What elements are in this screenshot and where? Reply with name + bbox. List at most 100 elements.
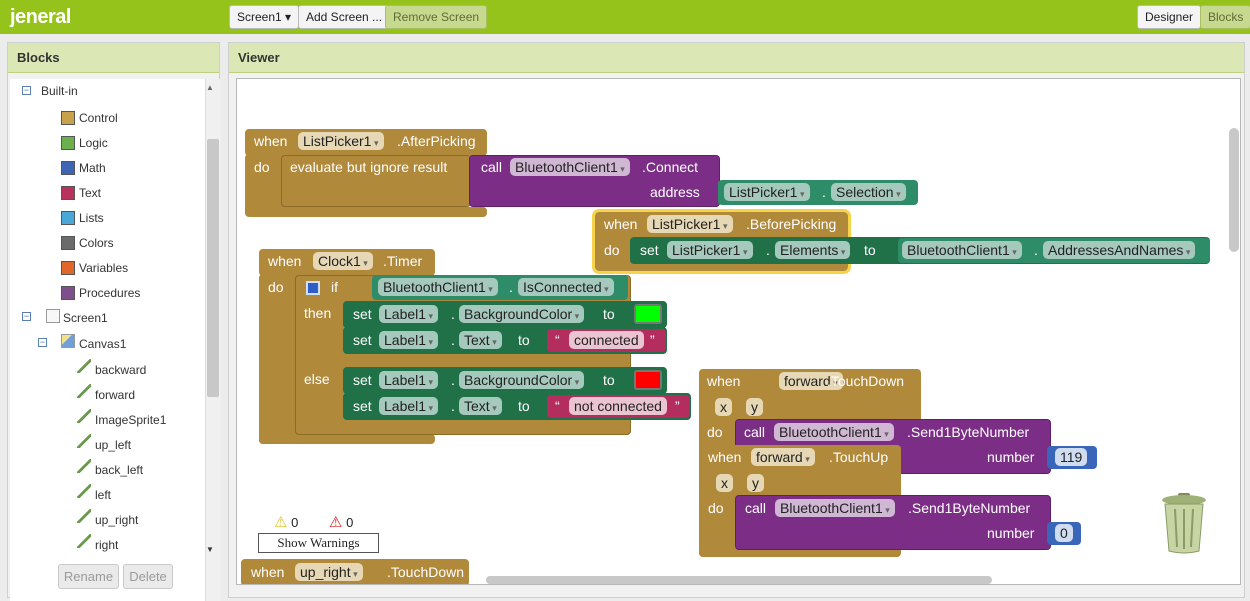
text-connected-value[interactable]: connected	[569, 331, 644, 349]
clock1-dropdown[interactable]: Clock1	[313, 252, 373, 270]
mutator-gear-icon[interactable]	[306, 281, 320, 295]
procedures-swatch-icon	[61, 286, 75, 300]
number-119-value[interactable]: 119	[1055, 448, 1088, 466]
label1-dropdown[interactable]: Label1	[379, 371, 439, 389]
tree-colors[interactable]: Colors	[79, 233, 114, 253]
kw-set: set	[640, 242, 659, 258]
kw-when: when	[604, 216, 638, 232]
listpicker1-dropdown[interactable]: ListPicker1	[647, 215, 733, 233]
remove-screen-button[interactable]: Remove Screen	[385, 5, 488, 29]
param-number: number	[987, 449, 1035, 465]
tree-sprite-up-right[interactable]: up_right	[95, 510, 138, 530]
rename-button[interactable]: Rename	[58, 564, 119, 589]
listpicker1-dropdown[interactable]: ListPicker1	[724, 183, 810, 201]
text-not-connected-value[interactable]: not connected	[569, 397, 667, 415]
tree-sprite-back-left[interactable]: back_left	[95, 460, 143, 480]
lists-swatch-icon	[61, 211, 75, 225]
bluetoothclient1-dropdown[interactable]: BluetoothClient1	[510, 158, 630, 176]
bluetoothclient1-dropdown[interactable]: BluetoothClient1	[902, 241, 1022, 259]
tree-text[interactable]: Text	[79, 183, 101, 203]
tree-procedures[interactable]: Procedures	[79, 283, 140, 303]
number-0-value[interactable]: 0	[1055, 524, 1073, 542]
elements-dropdown[interactable]: Elements	[775, 241, 851, 259]
tree-variables[interactable]: Variables	[79, 258, 128, 278]
screen-select[interactable]: Screen1 ▾	[229, 5, 300, 29]
tree-builtin[interactable]: Built-in	[41, 81, 78, 101]
kw-do: do	[254, 159, 270, 175]
color-red-block[interactable]	[634, 370, 662, 390]
bluetoothclient1-dropdown[interactable]: BluetoothClient1	[378, 278, 498, 296]
blocks-workspace[interactable]: when ListPicker1 .AfterPicking do evalua…	[236, 78, 1241, 585]
dot: .	[822, 184, 826, 200]
scroll-up-icon[interactable]: ▲	[206, 83, 214, 92]
blocks-button[interactable]: Blocks	[1200, 5, 1250, 29]
tree-sprite-right[interactable]: right	[95, 535, 118, 555]
tree-sprite-left[interactable]: left	[95, 485, 111, 505]
designer-button[interactable]: Designer	[1137, 5, 1202, 29]
tree-sprite-imagesprite1[interactable]: ImageSprite1	[95, 410, 166, 430]
bgcolor-dropdown[interactable]: BackgroundColor	[459, 371, 585, 389]
up-right-dropdown[interactable]: up_right	[295, 563, 363, 581]
tree-scrollbar-thumb[interactable]	[207, 139, 219, 397]
tree-screen1[interactable]: Screen1	[63, 308, 108, 328]
bluetoothclient1-dropdown[interactable]: BluetoothClient1	[775, 499, 895, 517]
tree-sprite-forward[interactable]: forward	[95, 385, 135, 405]
workspace-horizontal-scrollbar[interactable]	[486, 576, 992, 584]
forward-dropdown[interactable]: forward	[751, 448, 815, 466]
trash-can-icon[interactable]	[1159, 491, 1209, 555]
sprite-icon	[77, 484, 91, 498]
warning-indicator: ⚠ 0	[274, 513, 298, 531]
param-x[interactable]: x	[716, 474, 733, 492]
scroll-down-icon[interactable]: ▼	[206, 545, 214, 554]
delete-button[interactable]: Delete	[123, 564, 173, 589]
quote-open: “	[555, 398, 560, 414]
collapse-canvas1-icon[interactable]: −	[38, 338, 47, 347]
event-timer-footer	[259, 434, 435, 444]
kw-do: do	[604, 242, 620, 258]
warnings-count: 0	[291, 515, 299, 530]
dot: .	[451, 372, 455, 388]
logic-swatch-icon	[61, 136, 75, 150]
workspace-vertical-scrollbar[interactable]	[1229, 128, 1239, 252]
add-screen-button[interactable]: Add Screen ...	[298, 5, 391, 29]
bgcolor-dropdown[interactable]: BackgroundColor	[459, 305, 585, 323]
bluetoothclient1-dropdown[interactable]: BluetoothClient1	[774, 423, 894, 441]
kw-to: to	[603, 306, 615, 322]
tree-sprite-backward[interactable]: backward	[95, 360, 146, 380]
text-swatch-icon	[61, 186, 75, 200]
tree-control[interactable]: Control	[79, 108, 118, 128]
tree-canvas1[interactable]: Canvas1	[79, 334, 126, 354]
listpicker1-dropdown[interactable]: ListPicker1	[667, 241, 753, 259]
sprite-icon	[77, 459, 91, 473]
control-swatch-icon	[61, 111, 75, 125]
kw-else: else	[304, 371, 330, 387]
event-name-beforepicking: .BeforePicking	[746, 216, 837, 232]
param-x[interactable]: x	[715, 398, 732, 416]
sprite-icon	[77, 384, 91, 398]
param-y[interactable]: y	[747, 474, 764, 492]
isconnected-dropdown[interactable]: IsConnected	[518, 278, 614, 296]
listpicker1-dropdown[interactable]: ListPicker1	[298, 132, 384, 150]
addresses-dropdown[interactable]: AddressesAndNames	[1043, 241, 1196, 259]
label1-dropdown[interactable]: Label1	[379, 397, 439, 415]
dot: .	[766, 242, 770, 258]
collapse-screen1-icon[interactable]: −	[22, 312, 31, 321]
tree-sprite-up-left[interactable]: up_left	[95, 435, 131, 455]
sprite-icon	[77, 409, 91, 423]
text-dropdown[interactable]: Text	[459, 331, 502, 349]
label1-dropdown[interactable]: Label1	[379, 305, 439, 323]
method-connect: .Connect	[642, 159, 699, 175]
dot: .	[451, 306, 455, 322]
collapse-builtin-icon[interactable]: −	[22, 86, 31, 95]
label1-dropdown[interactable]: Label1	[379, 331, 439, 349]
tree-lists[interactable]: Lists	[79, 208, 104, 228]
kw-when: when	[708, 449, 742, 465]
tree-math[interactable]: Math	[79, 158, 106, 178]
show-warnings-button[interactable]: Show Warnings	[258, 533, 379, 553]
param-y[interactable]: y	[746, 398, 763, 416]
selection-dropdown[interactable]: Selection	[831, 183, 906, 201]
color-green-block[interactable]	[634, 304, 662, 324]
tree-logic[interactable]: Logic	[79, 133, 108, 153]
method-send1bytenumber: .Send1ByteNumber	[907, 424, 1030, 440]
text-dropdown[interactable]: Text	[459, 397, 502, 415]
